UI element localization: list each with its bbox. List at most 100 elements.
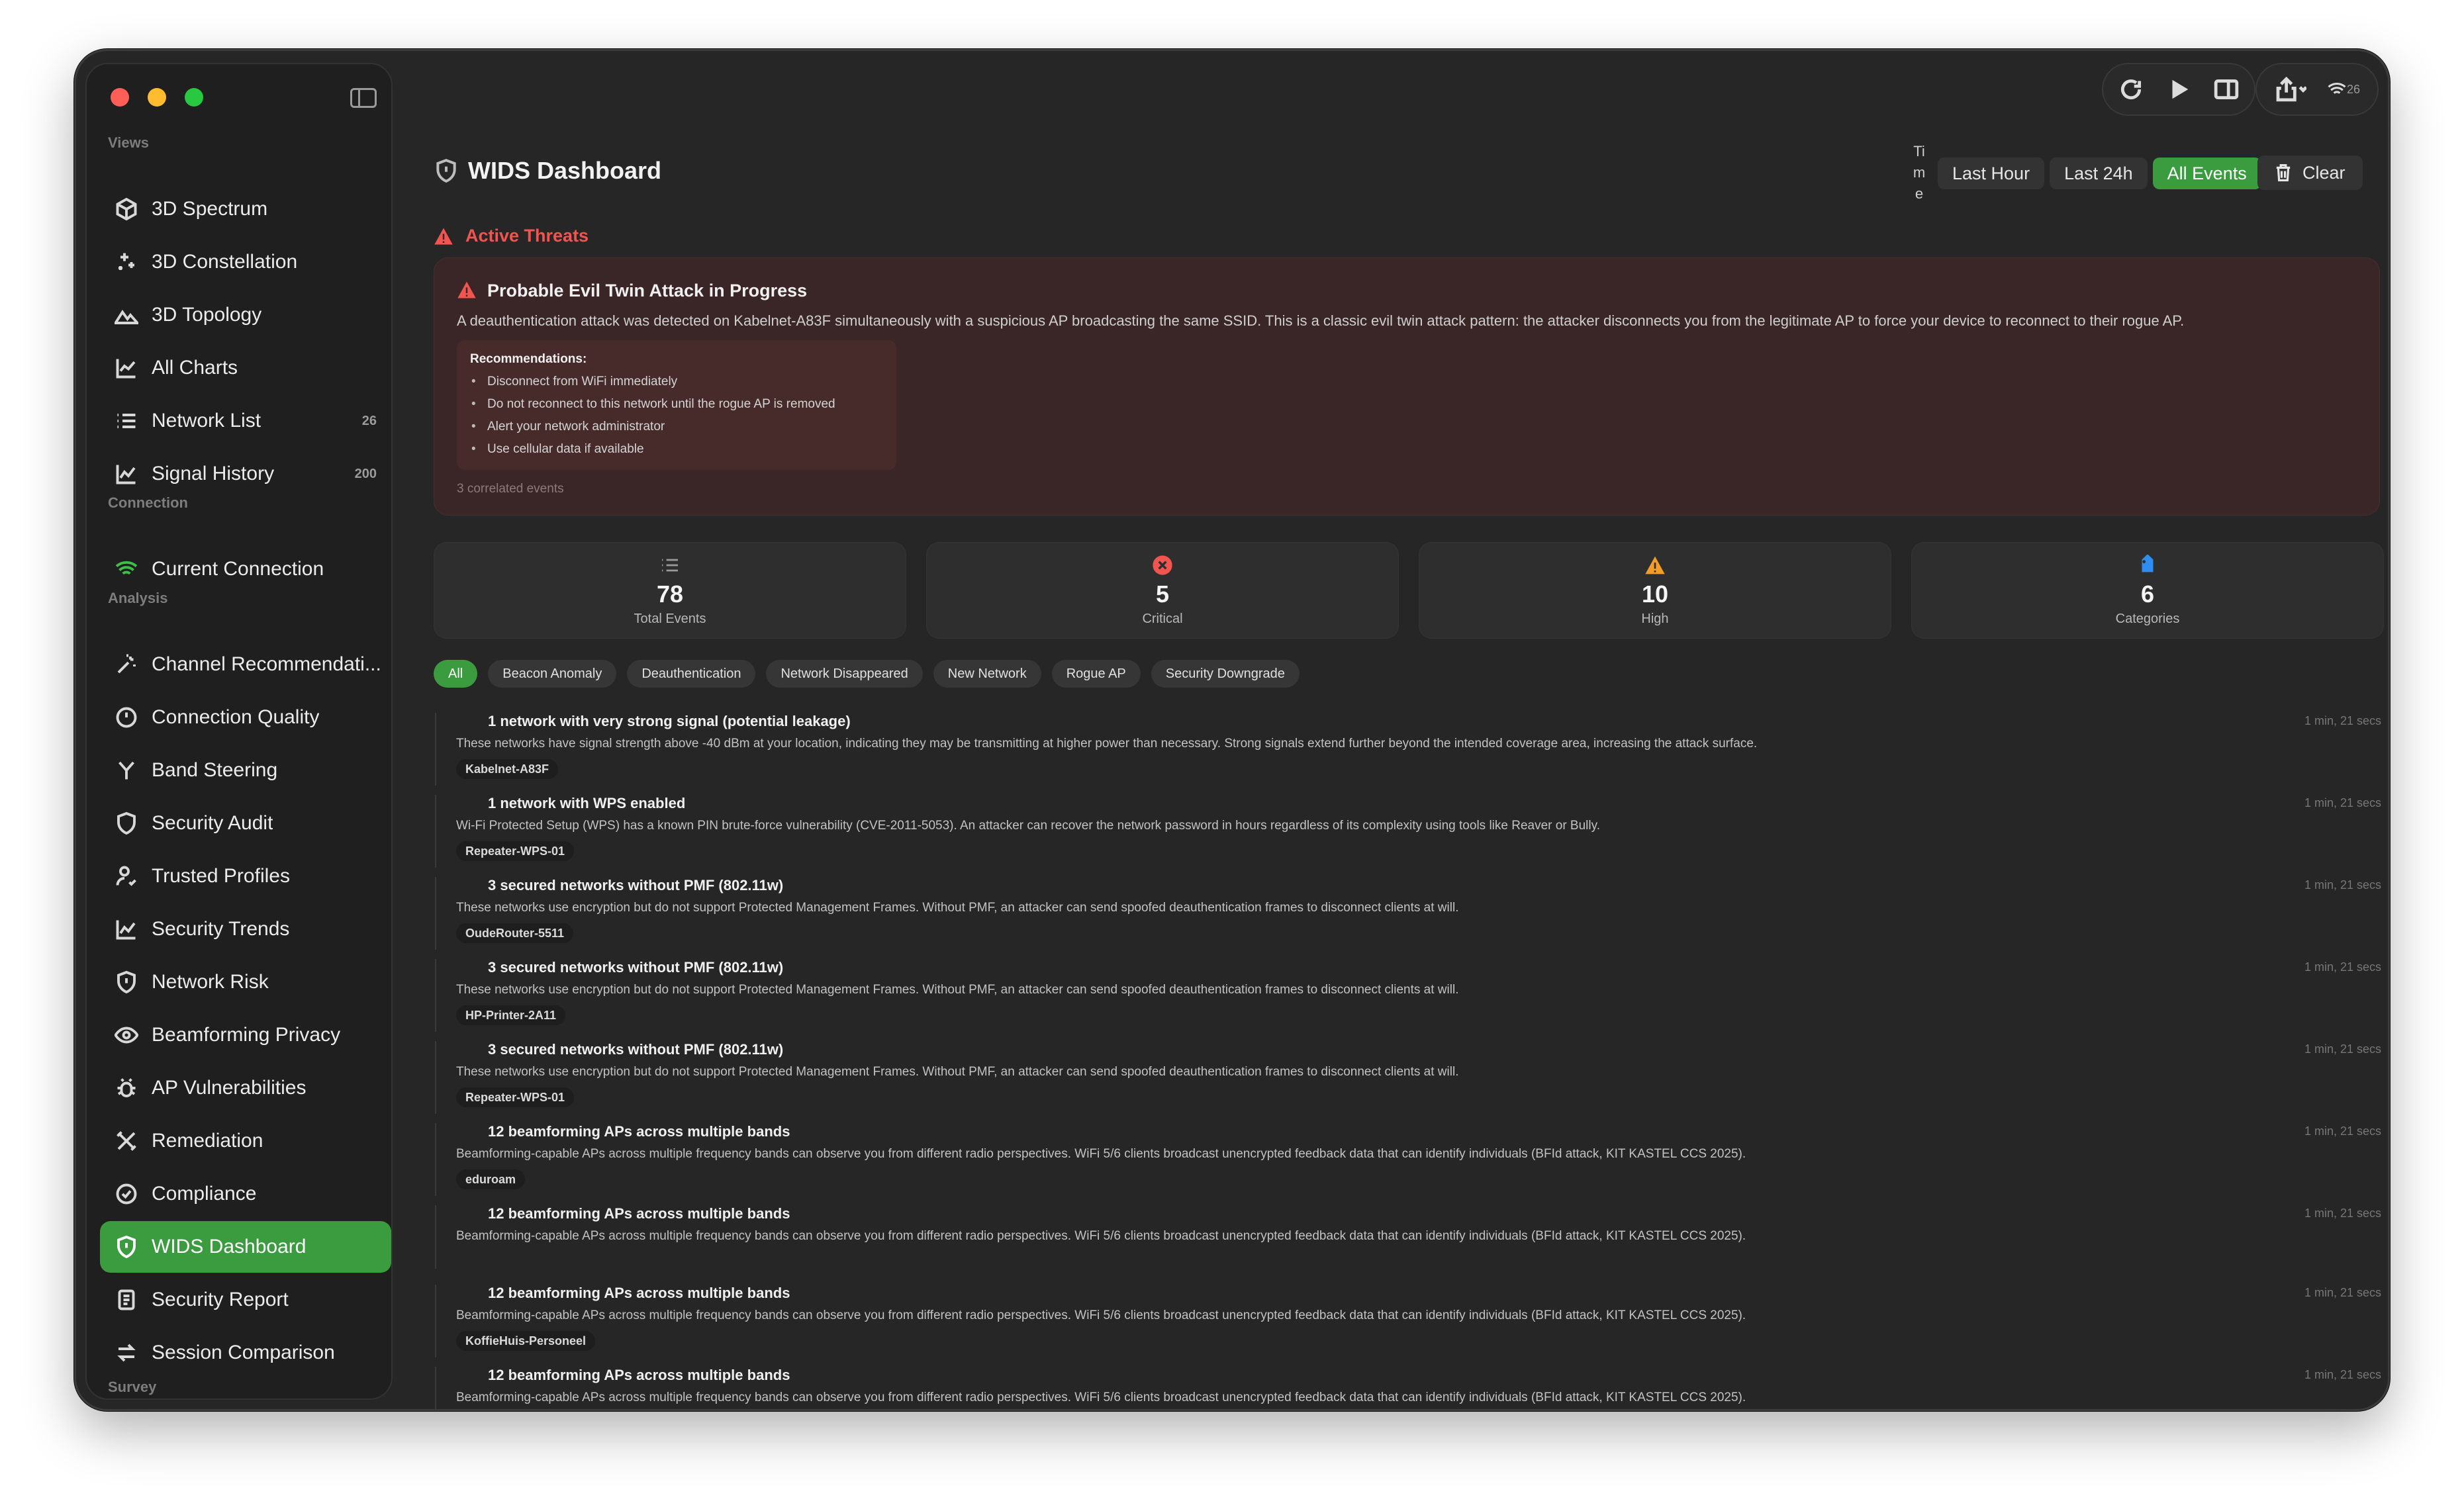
- shield-alert-icon: [436, 159, 456, 183]
- time-last-24h-button[interactable]: Last 24h: [2050, 158, 2148, 189]
- stat-value: 6: [2140, 580, 2155, 608]
- event-title: 12 beamforming APs across multiple bands: [488, 1367, 790, 1383]
- event-row[interactable]: 3 secured networks without PMF (802.11w)…: [435, 1041, 2381, 1114]
- sidebar-item-session-comparison[interactable]: Session Comparison: [100, 1327, 391, 1379]
- sidebar-item-band-steering[interactable]: Band Steering: [100, 745, 391, 796]
- shield-alert-icon: [113, 1234, 140, 1260]
- sidebar-item-beamforming-privacy[interactable]: Beamforming Privacy: [100, 1009, 391, 1061]
- event-row[interactable]: 12 beamforming APs across multiple bands…: [435, 1123, 2381, 1196]
- time-filter-label: Ti m e: [1910, 141, 1928, 205]
- zoom-window-button[interactable]: [185, 88, 203, 107]
- sidebar-item-label: 3D Spectrum: [152, 198, 268, 220]
- recommendations-box: Recommendations: Disconnect from WiFi im…: [457, 340, 896, 470]
- sidebar-item-wids-dashboard[interactable]: WIDS Dashboard: [100, 1221, 391, 1273]
- warning-triangle-icon: [434, 228, 453, 244]
- network-tag: eduroam: [456, 1169, 526, 1189]
- sidebar-item-3d-spectrum[interactable]: 3D Spectrum: [100, 183, 391, 235]
- category-filter-chips: All Beacon Anomaly Deauthentication Netw…: [434, 660, 1300, 688]
- clear-button-label: Clear: [2302, 162, 2346, 183]
- filter-chip-all[interactable]: All: [434, 660, 478, 688]
- sidebar-item-network-list[interactable]: Network List 26: [100, 395, 391, 447]
- threat-description: A deauthentication attack was detected o…: [457, 312, 2185, 329]
- clear-button[interactable]: Clear: [2257, 156, 2363, 190]
- sidebar-item-current-connection[interactable]: Current Connection: [100, 543, 391, 595]
- event-description: Wi-Fi Protected Setup (WPS) has a known …: [456, 819, 1600, 833]
- trash-icon: [2276, 163, 2291, 182]
- arrows-swap-icon: [113, 1340, 140, 1366]
- sidebar-item-ap-vulnerabilities[interactable]: AP Vulnerabilities: [100, 1062, 391, 1114]
- sidebar-item-signal-history[interactable]: Signal History 200: [100, 448, 391, 500]
- event-time: 1 min, 21 secs: [2304, 1368, 2381, 1381]
- event-row[interactable]: 1 network with very strong signal (poten…: [435, 713, 2381, 786]
- gauge-icon: [113, 704, 140, 731]
- threat-card: Probable Evil Twin Attack in Progress A …: [434, 257, 2380, 516]
- stat-high: 10 High: [1419, 542, 1891, 639]
- sidebar-item-network-risk[interactable]: Network Risk: [100, 956, 391, 1008]
- event-row[interactable]: 12 beamforming APs across multiple bands…: [435, 1367, 2381, 1409]
- sidebar-section-survey: Survey: [108, 1379, 157, 1395]
- event-time: 1 min, 21 secs: [2304, 1124, 2381, 1138]
- shield-alert-icon: [113, 969, 140, 995]
- sidebar-item-all-charts[interactable]: All Charts: [100, 342, 391, 394]
- stat-critical: 5 Critical: [926, 542, 1399, 639]
- event-title: 3 secured networks without PMF (802.11w): [488, 877, 784, 893]
- filter-chip-security-downgrade[interactable]: Security Downgrade: [1151, 660, 1300, 688]
- sidebar-item-label: AP Vulnerabilities: [152, 1077, 307, 1099]
- stat-label: Categories: [2115, 611, 2180, 626]
- time-all-events-button[interactable]: All Events: [2152, 158, 2261, 189]
- filter-chip-network-disappeared[interactable]: Network Disappeared: [766, 660, 923, 688]
- time-range-segmented-control: Last Hour Last 24h All Events: [1938, 157, 2267, 190]
- filter-chip-rogue-ap[interactable]: Rogue AP: [1051, 660, 1141, 688]
- sidebar-item-3d-topology[interactable]: 3D Topology: [100, 289, 391, 341]
- time-label-part: Ti: [1913, 143, 1925, 160]
- sidebar-item-connection-quality[interactable]: Connection Quality: [100, 692, 391, 743]
- close-window-button[interactable]: [111, 88, 129, 107]
- event-description: These networks use encryption but do not…: [456, 983, 1459, 997]
- sidebar-item-compliance[interactable]: Compliance: [100, 1168, 391, 1220]
- sidebar-item-security-audit[interactable]: Security Audit: [100, 798, 391, 849]
- event-title: 1 network with WPS enabled: [488, 795, 686, 811]
- count-badge: 200: [354, 466, 377, 481]
- warning-triangle-icon: [457, 281, 476, 298]
- sidebar-item-channel-recommendations[interactable]: Channel Recommendati...: [100, 639, 391, 690]
- sidebar-item-3d-constellation[interactable]: 3D Constellation: [100, 236, 391, 288]
- sidebar-item-label: Network Risk: [152, 971, 269, 993]
- network-tag: KoffieHuis-Personeel: [456, 1331, 596, 1351]
- event-row[interactable]: 3 secured networks without PMF (802.11w)…: [435, 877, 2381, 950]
- sidebar-item-label: Current Connection: [152, 558, 324, 580]
- event-row[interactable]: 12 beamforming APs across multiple bands…: [435, 1285, 2381, 1357]
- window-controls: [111, 88, 203, 107]
- network-tag: Kabelnet-A83F: [456, 759, 559, 779]
- stat-categories: 6 Categories: [1911, 542, 2384, 639]
- wifi-icon: [113, 556, 140, 582]
- event-row[interactable]: 12 beamforming APs across multiple bands…: [435, 1205, 2381, 1269]
- time-label-part: e: [1915, 185, 1924, 202]
- sidebar-item-label: 3D Topology: [152, 304, 262, 326]
- filter-chip-deauthentication[interactable]: Deauthentication: [627, 660, 756, 688]
- stat-total-events: 78 Total Events: [434, 542, 906, 639]
- shield-icon: [113, 810, 140, 837]
- sidebar-item-security-trends[interactable]: Security Trends: [100, 903, 391, 955]
- event-row[interactable]: 1 network with WPS enabled 1 min, 21 sec…: [435, 795, 2381, 868]
- cube-icon: [113, 196, 140, 222]
- sidebar-section-views: Views: [108, 134, 149, 151]
- network-tag: Repeater-WPS-01: [456, 841, 575, 861]
- event-row[interactable]: 3 secured networks without PMF (802.11w)…: [435, 959, 2381, 1032]
- event-description: Beamforming-capable APs across multiple …: [456, 1391, 1746, 1404]
- sidebar-item-remediation[interactable]: Remediation: [100, 1115, 391, 1167]
- event-time: 1 min, 21 secs: [2304, 878, 2381, 892]
- time-last-hour-button[interactable]: Last Hour: [1938, 158, 2045, 189]
- sidebar-item-security-report[interactable]: Security Report: [100, 1274, 391, 1326]
- event-description: These networks have signal strength abov…: [456, 737, 1758, 751]
- filter-chip-beacon-anomaly[interactable]: Beacon Anomaly: [488, 660, 617, 688]
- time-label-part: m: [1913, 164, 1926, 181]
- event-title: 12 beamforming APs across multiple bands: [488, 1285, 790, 1301]
- tag-icon: [2137, 554, 2158, 576]
- minimize-window-button[interactable]: [148, 88, 166, 107]
- correlated-events-count: 3 correlated events: [457, 482, 564, 496]
- wand-icon: [113, 651, 140, 678]
- sidebar-item-trusted-profiles[interactable]: Trusted Profiles: [100, 850, 391, 902]
- sidebar-item-label: Remediation: [152, 1130, 263, 1152]
- filter-chip-new-network[interactable]: New Network: [933, 660, 1041, 688]
- sidebar-toggle-icon[interactable]: [350, 88, 377, 108]
